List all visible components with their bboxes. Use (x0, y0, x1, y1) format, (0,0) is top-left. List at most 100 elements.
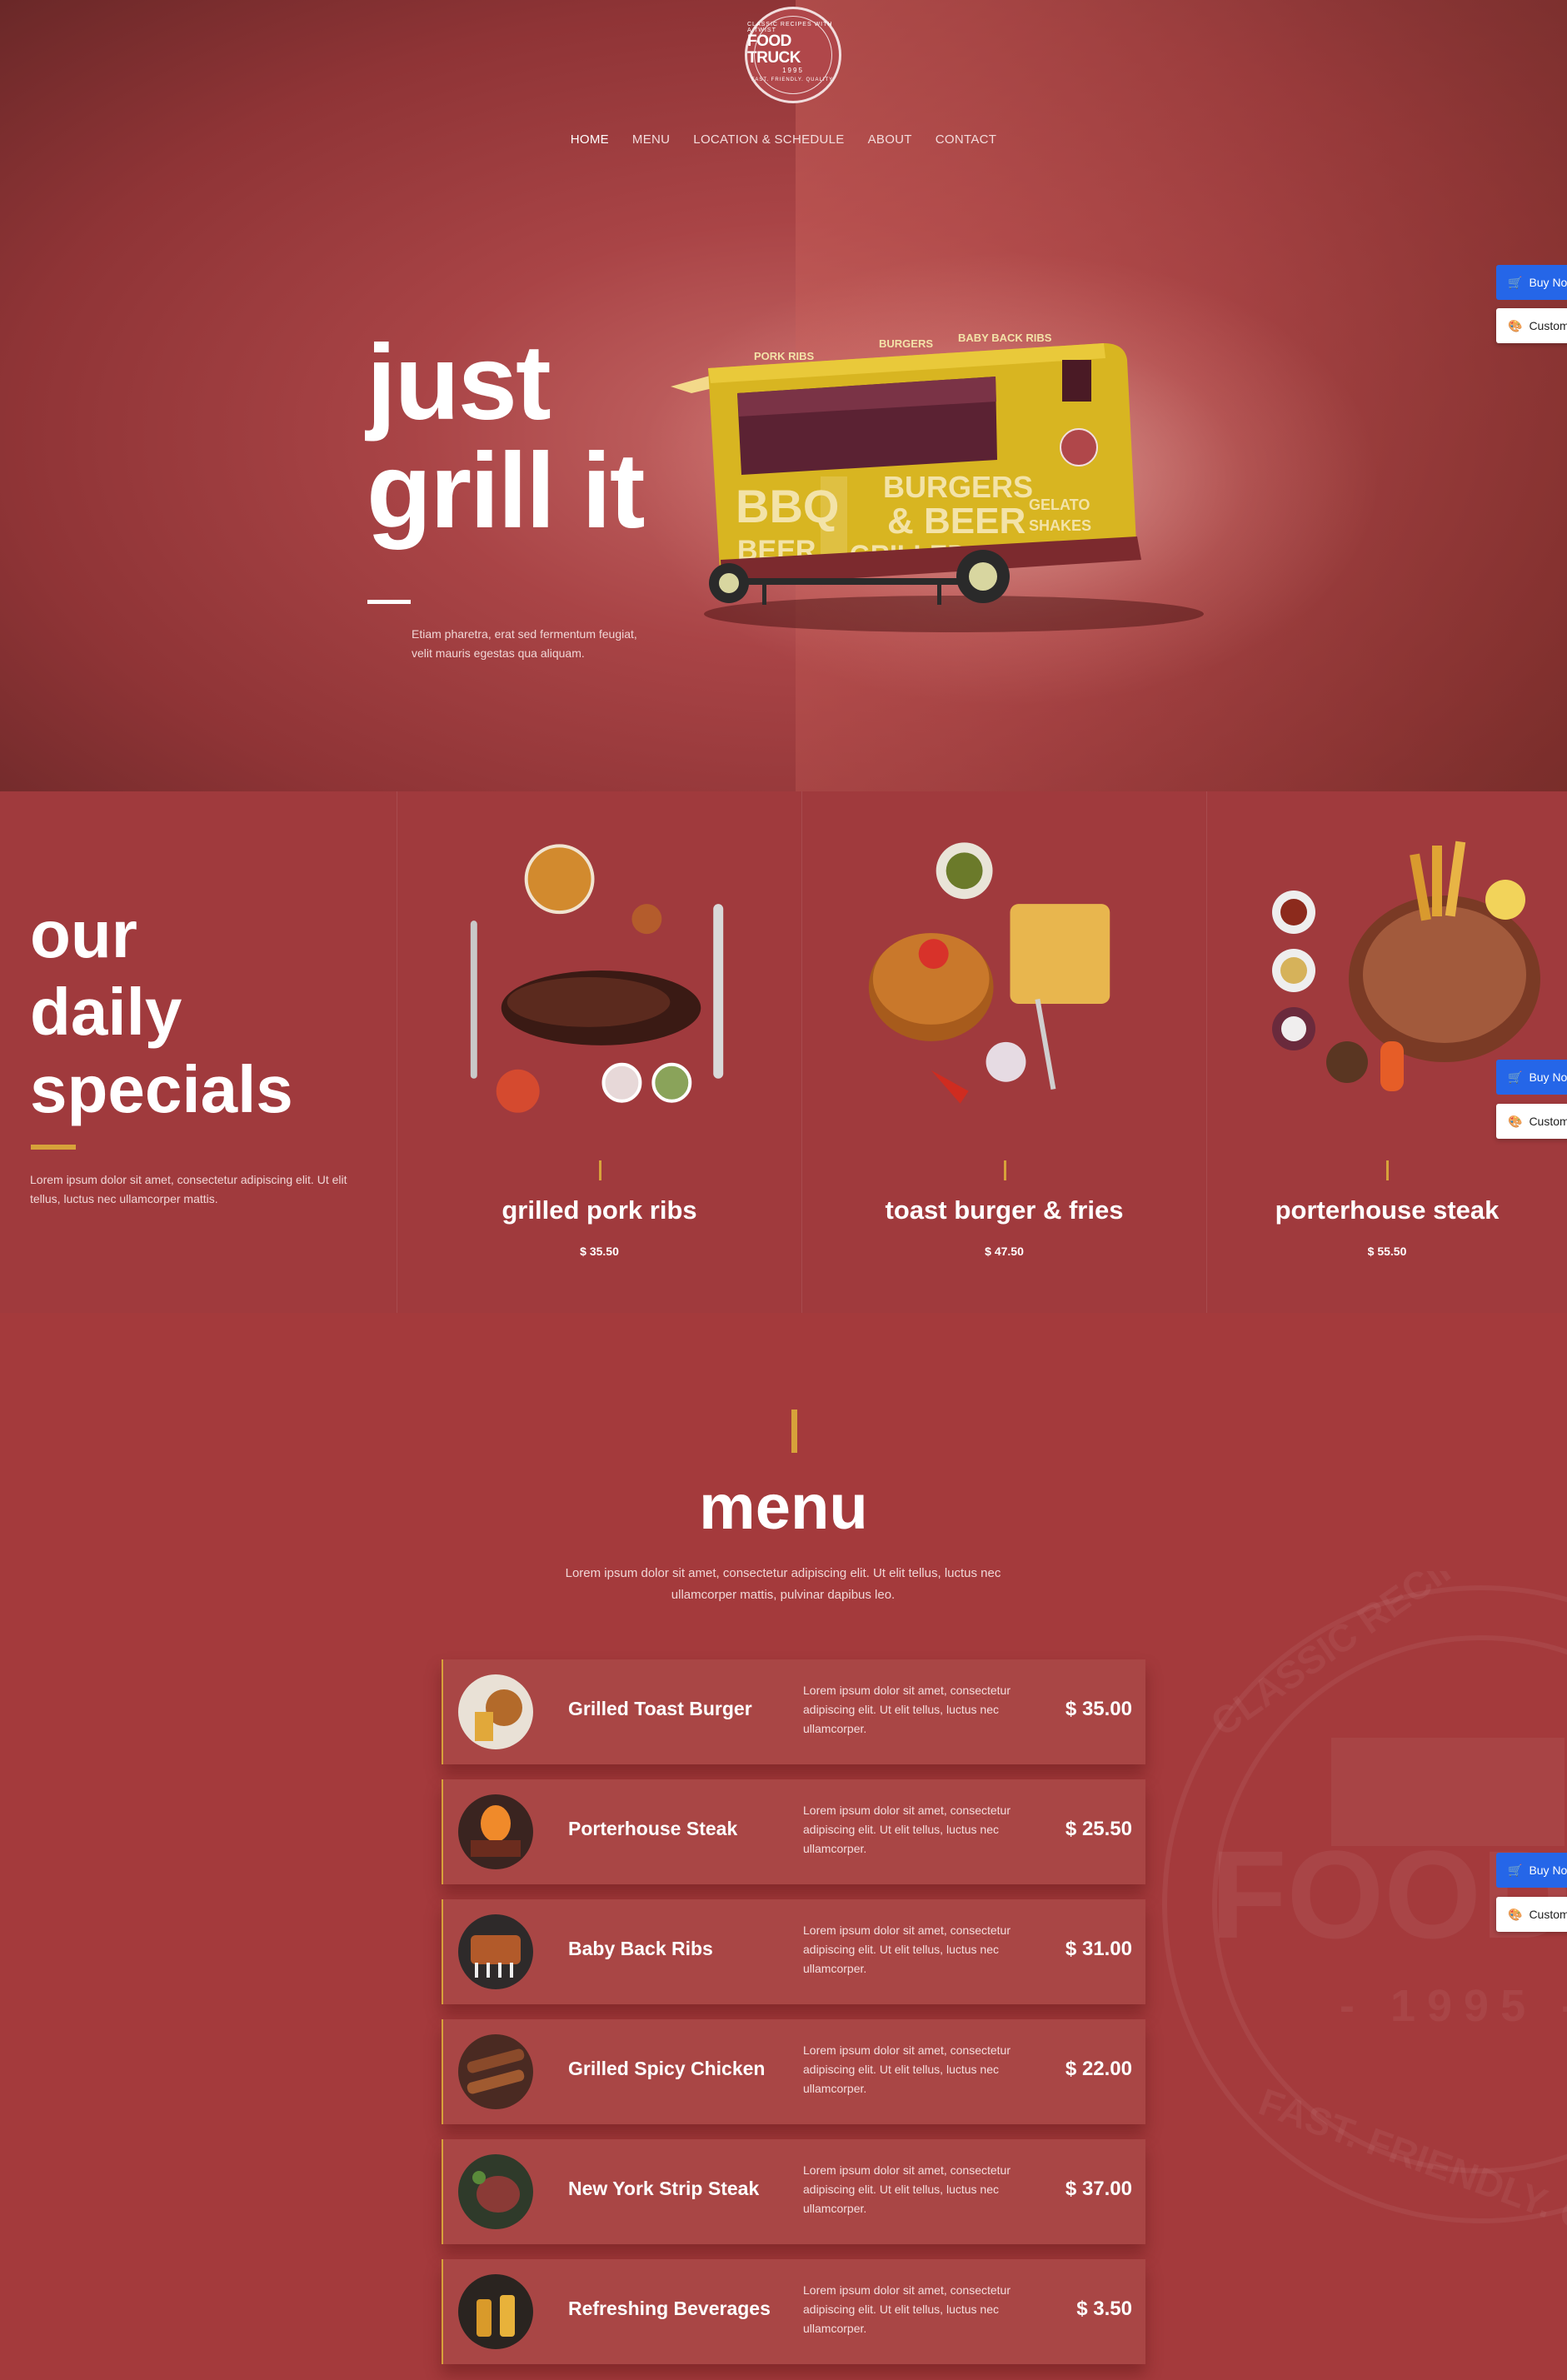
page: CLASSIC RECIPES WITH A TWIST FOOD TRUCK … (0, 0, 1567, 2380)
palette-icon: 🎨 (1508, 1114, 1523, 1128)
hero-title: just grill it (367, 323, 645, 551)
hero-title-line-1: just (367, 323, 551, 442)
truck-text-burgers: BURGERS (883, 470, 1033, 504)
truck-text-shakes: SHAKES (1029, 517, 1091, 534)
dish-divider (1386, 1160, 1389, 1180)
cart-icon: 🛒 (1508, 1863, 1523, 1877)
hero-divider (367, 600, 411, 604)
customize-label: Customize (1529, 1908, 1567, 1921)
menu-item-description: Lorem ipsum dolor sit amet, consectetur … (803, 2043, 1011, 2095)
menu-item-description: Lorem ipsum dolor sit amet, consectetur … (803, 1684, 1011, 1735)
tomato (496, 1069, 540, 1113)
food-truck-image: BBQ BEER BURGERS & BEER GRILLED PORK RIB… (671, 332, 1204, 632)
menu-title: menu (699, 1472, 868, 1543)
buy-now-button[interactable]: 🛒 Buy Now (1496, 1060, 1567, 1095)
menu-item-name: New York Strip Steak (568, 2178, 760, 2199)
menu-item-row[interactable]: Grilled Spicy Chicken Lorem ipsum dolor … (442, 2019, 1145, 2124)
menu-item-description: Lorem ipsum dolor sit amet, consectetur … (803, 2163, 1011, 2215)
dish-divider (598, 1160, 601, 1180)
specials-section: our daily specials Lorem ipsum dolor sit… (0, 791, 1567, 1313)
dish-name: toast burger & fries (885, 1195, 1124, 1225)
pork-ribs-image (470, 844, 724, 1113)
specials-intro: our daily specials Lorem ipsum dolor sit… (0, 791, 397, 1313)
dish-price: $ 47.50 (985, 1245, 1024, 1258)
special-card[interactable]: toast burger & fries $ 47.50 (802, 791, 1207, 1313)
menu-item-name: Grilled Spicy Chicken (568, 2058, 766, 2079)
logo-ring (754, 16, 832, 94)
site-logo[interactable]: CLASSIC RECIPES WITH A TWIST FOOD TRUCK … (745, 7, 841, 103)
special-card[interactable]: grilled pork ribs $ 35.50 (397, 791, 802, 1313)
burger-fries-image (868, 842, 1110, 1104)
menu-item-row[interactable]: Refreshing Beverages Lorem ipsum dolor s… (442, 2259, 1145, 2364)
customize-button[interactable]: 🎨 Customize (1496, 308, 1567, 343)
lemon (1485, 880, 1525, 920)
hero-title-line-2: grill it (367, 432, 645, 551)
specials-description: Lorem ipsum dolor sit amet, consectetur … (30, 1173, 347, 1205)
menu-item-name: Baby Back Ribs (568, 1938, 713, 1959)
dish-price: $ 35.50 (580, 1245, 619, 1258)
special-card[interactable]: porterhouse steak $ 55.50 (1207, 791, 1567, 1313)
specials-divider (31, 1145, 76, 1150)
buy-now-label: Buy Now (1529, 276, 1567, 289)
menu-section: CLASSIC RECIPES WITH A TWIST FOOD TRUCK … (0, 1313, 1567, 2380)
watermark-truck-icon (1331, 1738, 1565, 1846)
dish-name: porterhouse steak (1275, 1195, 1500, 1225)
menu-accent-bar (791, 1410, 797, 1453)
carrot (1380, 1041, 1404, 1091)
nav-contact[interactable]: CONTACT (936, 132, 996, 147)
cherry-tomato (918, 939, 949, 970)
menu-item-price: $ 35.00 (1065, 1698, 1132, 1720)
cart-icon: 🛒 (1508, 1070, 1523, 1084)
chili-pepper (931, 1070, 969, 1104)
truck-text-and-beer: & BEER (887, 501, 1026, 541)
palette-icon: 🎨 (1508, 318, 1523, 332)
dish-price: $ 55.50 (1367, 1245, 1407, 1258)
buy-now-button[interactable]: 🛒 Buy Now (1496, 1853, 1567, 1888)
nav-location-schedule[interactable]: LOCATION & SCHEDULE (693, 132, 844, 147)
menu-item-price: $ 25.50 (1065, 1818, 1132, 1840)
menu-item-description: Lorem ipsum dolor sit amet, consectetur … (803, 2283, 1011, 2335)
truck-shadow (704, 596, 1204, 632)
onion (986, 1041, 1026, 1082)
menu-item-price: $ 3.50 (1076, 2298, 1132, 2320)
main-nav: HOME MENU LOCATION & SCHEDULE ABOUT CONT… (0, 132, 1567, 147)
watermark-year: - 1995 - (1340, 1981, 1567, 2031)
customize-label: Customize (1529, 319, 1567, 332)
hero-description: Etiam pharetra, erat sed fermentum feugi… (412, 627, 637, 660)
specials-title-line-2: daily (30, 975, 182, 1049)
specials-title-line-3: specials (30, 1052, 293, 1126)
customize-button[interactable]: 🎨 Customize (1496, 1104, 1567, 1139)
menu-item-row[interactable]: New York Strip Steak Lorem ipsum dolor s… (442, 2139, 1145, 2244)
sauce-bowl (524, 844, 595, 915)
truck-text-burgers-small: BURGERS (879, 337, 933, 350)
cart-icon: 🛒 (1508, 275, 1523, 289)
menu-item-row[interactable]: Porterhouse Steak Lorem ipsum dolor sit … (442, 1779, 1145, 1884)
buy-now-label: Buy Now (1529, 1864, 1567, 1877)
buy-now-label: Buy Now (1529, 1070, 1567, 1084)
dish-name: grilled pork ribs (502, 1195, 697, 1225)
nav-about[interactable]: ABOUT (868, 132, 912, 147)
specials-title: our daily specials (30, 896, 293, 1128)
menu-item-thumbnail (458, 1914, 533, 1989)
menu-item-row[interactable]: Grilled Toast Burger Lorem ipsum dolor s… (442, 1659, 1145, 1764)
nav-menu[interactable]: MENU (632, 132, 670, 147)
hero-section: CLASSIC RECIPES WITH A TWIST FOOD TRUCK … (0, 0, 1567, 791)
customize-button[interactable]: 🎨 Customize (1496, 1897, 1567, 1932)
buy-now-button[interactable]: 🛒 Buy Now (1496, 265, 1567, 300)
knife (713, 904, 724, 1079)
customize-label: Customize (1529, 1115, 1567, 1128)
menu-item-thumbnail (458, 2274, 533, 2349)
menu-item-name: Porterhouse Steak (568, 1818, 738, 1839)
menu-item-row[interactable]: Baby Back Ribs Lorem ipsum dolor sit ame… (442, 1899, 1145, 2004)
menu-item-price: $ 31.00 (1065, 1938, 1132, 1960)
truck-text-pork-ribs: PORK RIBS (754, 350, 815, 362)
dip-bowl-1 (601, 1062, 642, 1103)
menu-item-description: Lorem ipsum dolor sit amet, consectetur … (803, 1923, 1011, 1975)
spices (631, 904, 662, 935)
specials-title-line-1: our (30, 897, 137, 971)
menu-item-thumbnail (458, 1674, 533, 1749)
nav-home[interactable]: HOME (571, 132, 609, 147)
palette-icon: 🎨 (1508, 1907, 1523, 1921)
menu-item-thumbnail (458, 1794, 533, 1869)
fork (470, 921, 477, 1079)
